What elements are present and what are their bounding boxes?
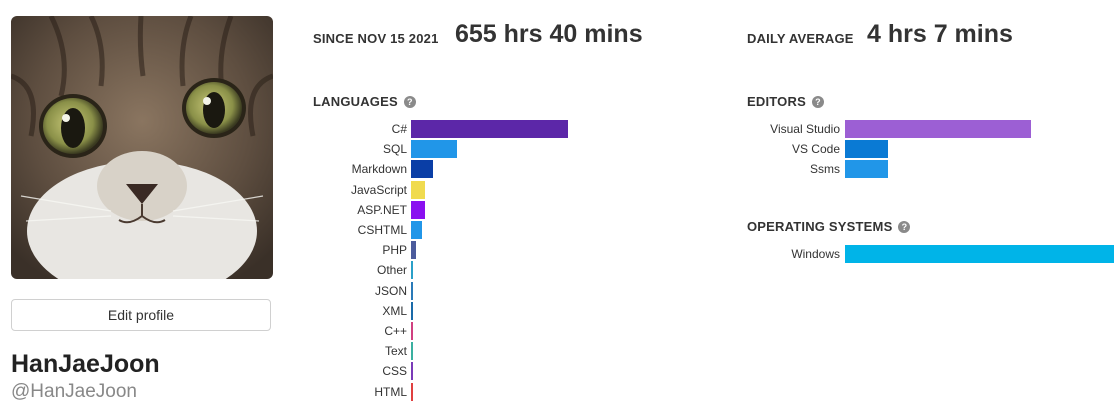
languages-bar[interactable] bbox=[411, 200, 425, 219]
editors-bar[interactable] bbox=[845, 160, 888, 179]
edit-profile-button[interactable]: Edit profile bbox=[11, 299, 271, 331]
languages-bar[interactable] bbox=[411, 322, 413, 340]
languages-title: LANGUAGES ? bbox=[313, 94, 416, 109]
os-title: OPERATING SYSTEMS ? bbox=[747, 219, 911, 234]
languages-label: Markdown bbox=[351, 162, 407, 177]
avatar-image bbox=[11, 16, 273, 279]
languages-label: CSHTML bbox=[357, 223, 407, 237]
languages-bar[interactable] bbox=[411, 160, 433, 179]
languages-title-text: LANGUAGES bbox=[313, 94, 398, 109]
help-icon[interactable]: ? bbox=[898, 220, 911, 233]
daily-average-label: DAILY AVERAGE bbox=[747, 31, 854, 46]
languages-label: HTML bbox=[374, 384, 407, 399]
languages-bar[interactable] bbox=[411, 120, 568, 138]
os-title-text: OPERATING SYSTEMS bbox=[747, 219, 893, 234]
editors-bar[interactable] bbox=[845, 140, 888, 159]
editors-bar[interactable] bbox=[845, 120, 1031, 138]
languages-label: C# bbox=[391, 122, 407, 136]
languages-label: Text bbox=[384, 344, 407, 359]
editors-title: EDITORS ? bbox=[747, 94, 824, 109]
editors-label: Visual Studio bbox=[770, 122, 840, 136]
languages-bar[interactable] bbox=[411, 342, 413, 361]
languages-bar[interactable] bbox=[411, 140, 457, 159]
languages-label: CSS bbox=[382, 364, 407, 379]
languages-bar[interactable] bbox=[411, 362, 413, 381]
help-icon[interactable]: ? bbox=[403, 95, 416, 108]
languages-label: C++ bbox=[384, 324, 407, 338]
display-name: HanJaeJoon bbox=[11, 350, 160, 378]
languages-bar[interactable] bbox=[411, 382, 413, 401]
since-label: SINCE NOV 15 2021 bbox=[313, 31, 439, 46]
languages-label: XML bbox=[382, 303, 407, 318]
languages-bar[interactable] bbox=[411, 221, 422, 239]
daily-average-value: 4 hrs 7 mins bbox=[867, 20, 1013, 48]
editors-label: VS Code bbox=[791, 142, 840, 157]
languages-bar[interactable] bbox=[411, 180, 425, 199]
help-icon[interactable]: ? bbox=[811, 95, 824, 108]
languages-bar[interactable] bbox=[411, 301, 413, 320]
languages-label: Other bbox=[376, 263, 407, 278]
languages-bar[interactable] bbox=[411, 261, 413, 280]
editors-label: Ssms bbox=[810, 162, 840, 177]
languages-label: SQL bbox=[382, 142, 407, 157]
languages-bar[interactable] bbox=[411, 281, 413, 300]
os-label: Windows bbox=[791, 247, 840, 261]
languages-bar[interactable] bbox=[411, 241, 416, 260]
languages-label: JavaScript bbox=[350, 182, 407, 197]
editors-title-text: EDITORS bbox=[747, 94, 806, 109]
username: @HanJaeJoon bbox=[11, 381, 137, 402]
languages-label: JSON bbox=[374, 283, 407, 298]
os-bar[interactable] bbox=[845, 245, 1114, 263]
languages-label: ASP.NET bbox=[357, 202, 407, 217]
total-time: 655 hrs 40 mins bbox=[455, 20, 643, 48]
languages-label: PHP bbox=[382, 243, 407, 258]
avatar bbox=[11, 16, 273, 279]
